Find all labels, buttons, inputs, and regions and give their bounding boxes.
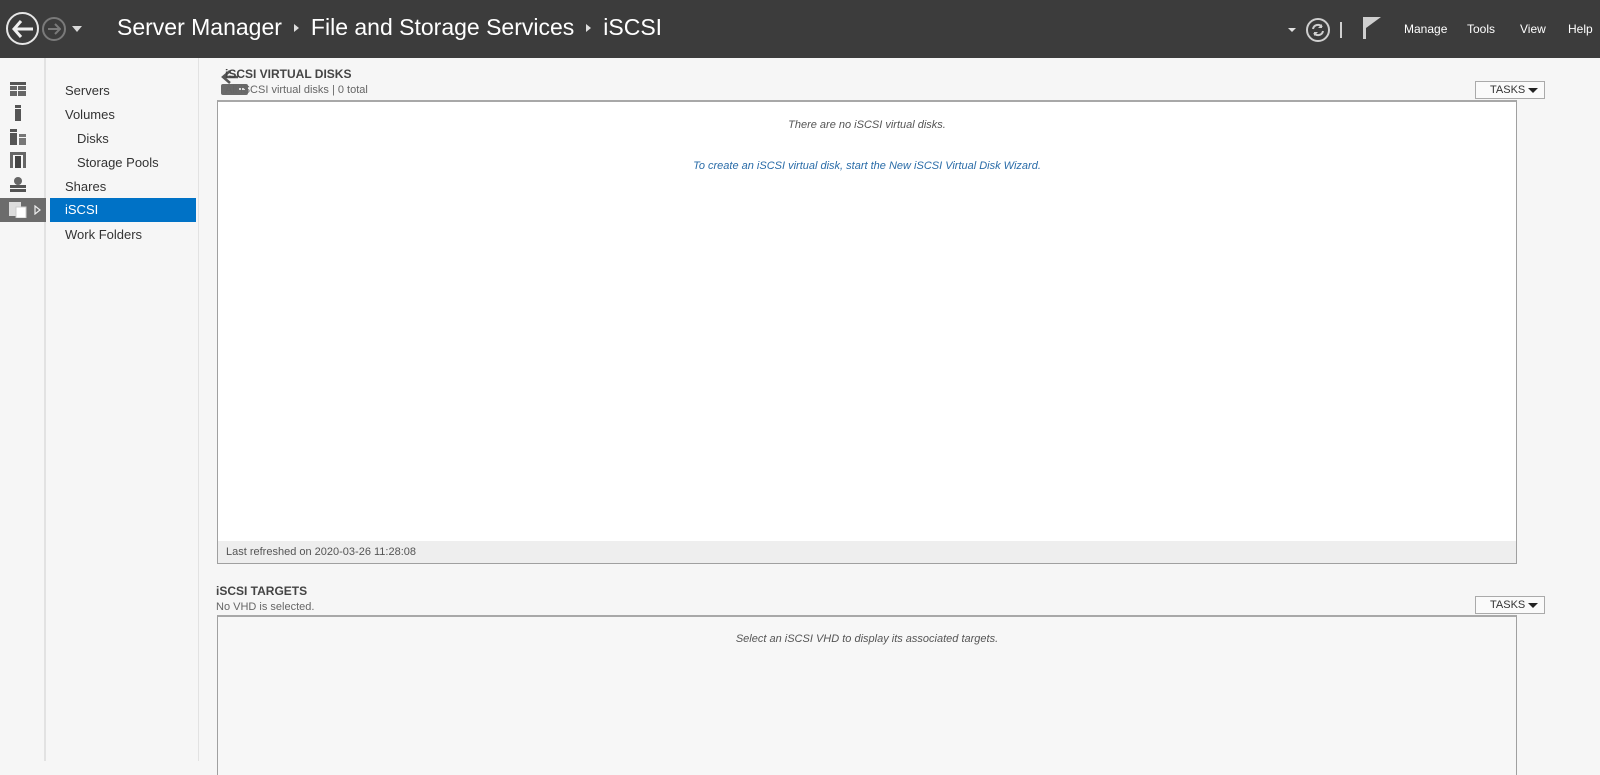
- refresh-button[interactable]: [1306, 18, 1330, 42]
- breadcrumb-separator-icon: [293, 23, 299, 32]
- local-server-icon[interactable]: [10, 105, 26, 121]
- last-refreshed-status: Last refreshed on 2020-03-26 11:28:08: [218, 541, 1516, 563]
- refresh-icon: [1312, 23, 1324, 37]
- iis-icon[interactable]: [10, 176, 26, 192]
- virtual-disks-tasks-button[interactable]: TASKS: [1475, 81, 1545, 99]
- breadcrumb-server-manager[interactable]: Server Manager: [117, 14, 282, 41]
- wizard-link-row: To create an iSCSI virtual disk, start t…: [218, 160, 1516, 172]
- subnav-item-storage-pools[interactable]: Storage Pools: [50, 151, 196, 175]
- subnav-item-servers[interactable]: Servers: [50, 79, 196, 103]
- virtual-disks-subtitle: All iSCSI virtual disks | 0 total: [225, 84, 368, 96]
- refresh-dropdown-icon[interactable]: [1288, 28, 1296, 32]
- history-dropdown-icon[interactable]: [72, 26, 82, 32]
- toolbar-divider: [1340, 22, 1342, 38]
- file-storage-nav-item[interactable]: [0, 198, 46, 222]
- targets-empty-message: Select an iSCSI VHD to display its assoc…: [735, 633, 999, 645]
- targets-title: iSCSI TARGETS: [216, 584, 308, 598]
- breadcrumb-separator-icon: [586, 23, 592, 32]
- back-arrow-icon: [11, 19, 33, 38]
- tasks-label: TASKS: [1490, 84, 1526, 96]
- subnav-item-shares[interactable]: Shares: [50, 175, 196, 199]
- left-icon-bar: [0, 58, 46, 761]
- virtual-disks-panel: There are no iSCSI virtual disks. To cre…: [217, 100, 1517, 564]
- breadcrumb: Server Manager File and Storage Services…: [117, 14, 662, 41]
- notifications-button[interactable]: [1362, 16, 1382, 45]
- targets-panel: Select an iSCSI VHD to display its assoc…: [217, 615, 1517, 775]
- back-button[interactable]: [6, 12, 39, 45]
- new-virtual-disk-wizard-link[interactable]: To create an iSCSI virtual disk, start t…: [693, 160, 1041, 172]
- all-servers-icon[interactable]: [10, 129, 26, 145]
- forward-arrow-icon: [48, 23, 61, 35]
- targets-tasks-button[interactable]: TASKS: [1475, 596, 1545, 614]
- subnav-item-volumes[interactable]: Volumes: [50, 103, 196, 127]
- flag-icon: [1363, 17, 1381, 39]
- breadcrumb-file-storage[interactable]: File and Storage Services: [311, 14, 574, 41]
- subnav-item-disks[interactable]: Disks: [50, 127, 196, 151]
- virtual-disks-title: iSCSI VIRTUAL DISKS: [225, 67, 352, 81]
- subnav-item-work-folders[interactable]: Work Folders: [50, 223, 196, 247]
- file-storage-icon: [9, 202, 27, 218]
- menu-manage[interactable]: Manage: [1404, 22, 1447, 36]
- forward-button[interactable]: [42, 17, 66, 41]
- virtual-disks-empty-message: There are no iSCSI virtual disks.: [788, 119, 946, 131]
- dashboard-icon[interactable]: [10, 82, 26, 98]
- chevron-down-icon: [1528, 88, 1538, 93]
- targets-subtitle: No VHD is selected.: [216, 601, 315, 613]
- subnav-item-iscsi[interactable]: iSCSI: [50, 198, 196, 222]
- menu-view[interactable]: View: [1520, 22, 1546, 36]
- menu-tools[interactable]: Tools: [1467, 22, 1495, 36]
- file-storage-subnav: Servers Volumes Disks Storage Pools Shar…: [49, 58, 199, 761]
- main-content: iSCSI VIRTUAL DISKS All iSCSI virtual di…: [200, 58, 1600, 775]
- server-group-icon[interactable]: [10, 152, 26, 168]
- menu-help[interactable]: Help: [1568, 22, 1593, 36]
- title-bar: Server Manager File and Storage Services…: [0, 0, 1600, 58]
- tasks-label: TASKS: [1490, 599, 1526, 611]
- expand-arrow-icon: [34, 205, 41, 215]
- breadcrumb-iscsi[interactable]: iSCSI: [603, 14, 662, 41]
- chevron-down-icon: [1528, 603, 1538, 608]
